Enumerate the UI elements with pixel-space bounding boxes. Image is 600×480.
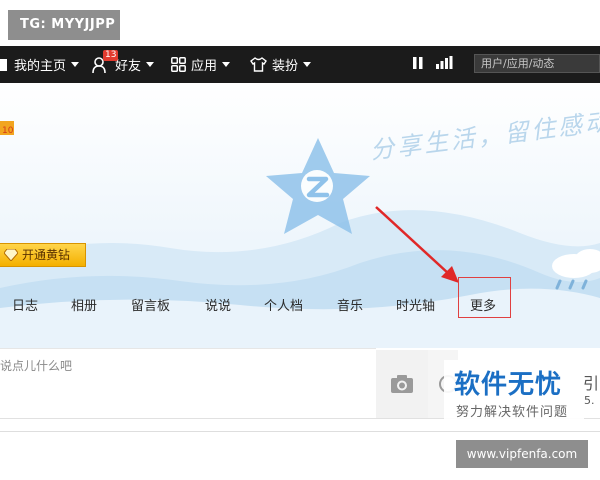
svg-text:10: 10 <box>2 126 14 136</box>
watermark-subtitle: 努力解决软件问题 <box>456 405 569 420</box>
nav-apps-label: 应用 <box>191 59 218 74</box>
diamond-icon <box>4 249 18 261</box>
tab-blog[interactable]: 日志 <box>12 295 38 314</box>
chevron-down-icon <box>71 62 80 67</box>
tab-album[interactable]: 相册 <box>71 295 97 314</box>
nav-friends[interactable]: 13 好友 <box>92 46 155 83</box>
friends-badge: 13 <box>103 50 119 61</box>
apps-grid-icon <box>171 57 186 72</box>
pause-view-icon[interactable] <box>412 56 424 70</box>
tab-guestbook[interactable]: 留言板 <box>131 295 170 314</box>
tshirt-icon <box>250 57 267 72</box>
divider <box>0 431 600 432</box>
nav-friends-label: 好友 <box>115 59 142 74</box>
watermark-side-num: 5. <box>584 394 595 407</box>
vip-button-label: 开通黄钻 <box>22 248 71 262</box>
watermark-title: 软件无忧 <box>454 370 563 400</box>
chevron-down-icon <box>222 62 231 67</box>
tab-profile[interactable]: 个人档 <box>264 295 303 314</box>
tab-music[interactable]: 音乐 <box>337 295 363 314</box>
chevron-down-icon <box>146 62 155 67</box>
status-input[interactable]: 说点儿什么吧 <box>0 348 376 416</box>
nav-dress[interactable]: 装扮 <box>250 46 312 83</box>
tab-shuoshuo[interactable]: 说说 <box>205 295 231 314</box>
tab-timeline[interactable]: 时光轴 <box>396 295 435 314</box>
nav-home-label: 我的主页 <box>14 59 67 74</box>
open-yellow-diamond-button[interactable]: 开通黄钻 <box>0 243 86 267</box>
camera-icon <box>391 375 413 393</box>
camera-button[interactable] <box>376 350 428 418</box>
watermark-side-char: 引 <box>583 374 600 393</box>
highlight-box <box>458 277 511 318</box>
nav-dress-label: 装扮 <box>272 59 299 74</box>
nav-apps[interactable]: 应用 <box>171 46 231 83</box>
watermark-url: www.vipfenfa.com <box>456 440 588 468</box>
search-input[interactable]: 用户/应用/动态 <box>474 54 600 73</box>
chevron-down-icon <box>303 62 312 67</box>
nav-home[interactable]: 我的主页 <box>0 46 80 83</box>
home-icon <box>0 58 7 71</box>
watermark-tag: TG: MYYJJPP <box>8 10 120 40</box>
screenshot-root: TG: MYYJJPP 我的主页 13 好友 应用 装扮 用户/应用/动态 10… <box>0 0 600 480</box>
signal-bars-icon[interactable] <box>435 56 453 70</box>
